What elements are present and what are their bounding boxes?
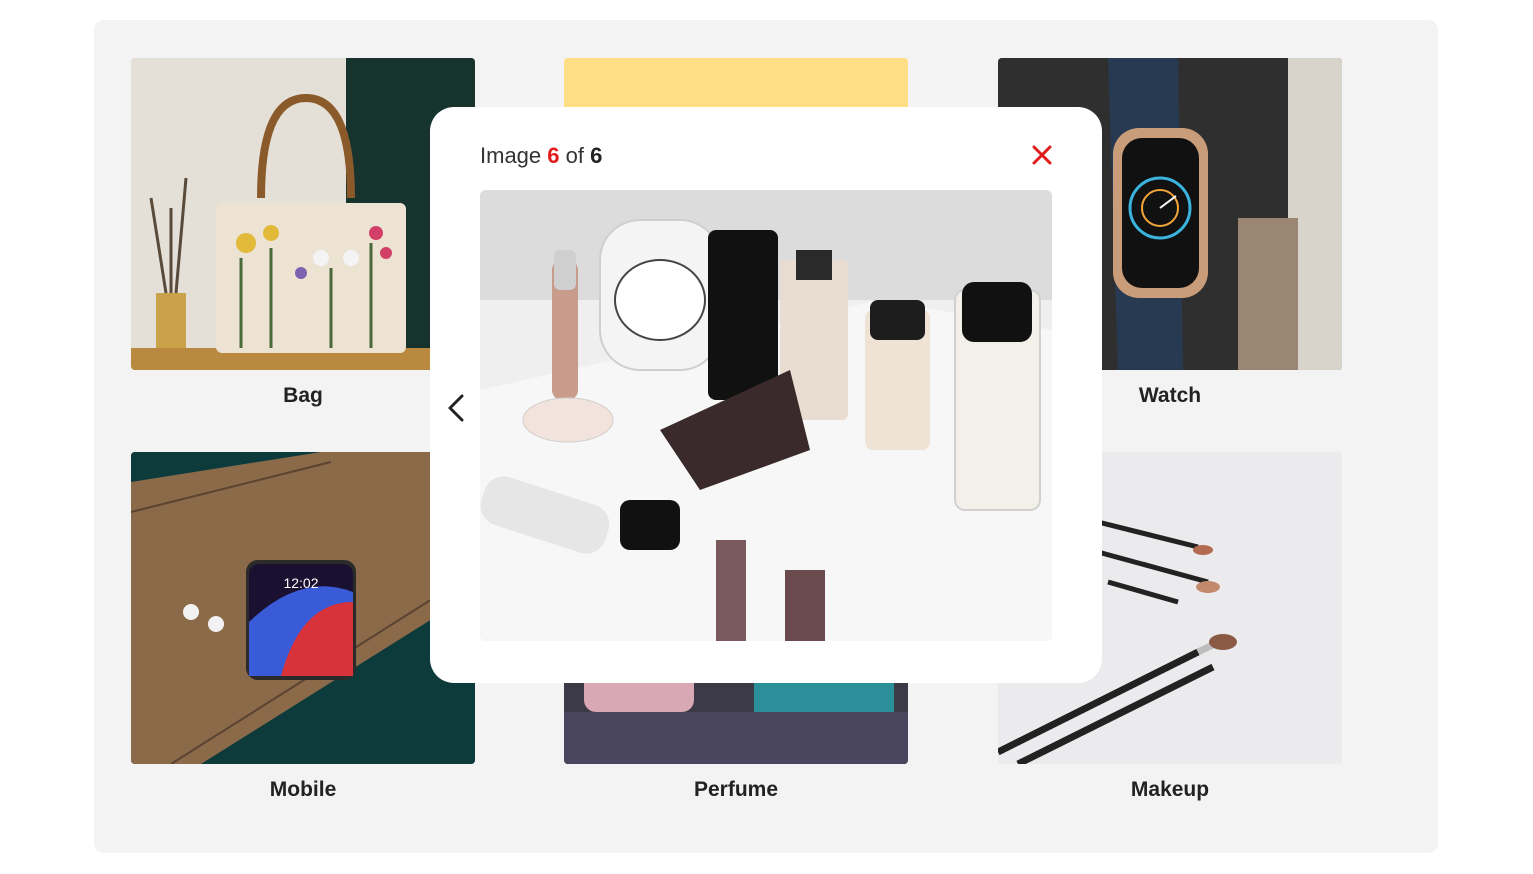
close-button[interactable] [1030, 143, 1054, 167]
mobile-photo-icon: 12:02 [131, 452, 475, 764]
lightbox-image [480, 190, 1052, 641]
bag-thumbnail[interactable] [131, 58, 475, 370]
chevron-left-icon [448, 394, 464, 422]
bag-photo-icon [131, 58, 475, 370]
mobile-thumbnail[interactable]: 12:02 [131, 452, 475, 764]
svg-text:12:02: 12:02 [283, 575, 318, 591]
previous-button[interactable] [444, 393, 468, 423]
gallery-caption-makeup: Makeup [1130, 778, 1210, 801]
lightbox-modal: Image 6 of 6 [430, 107, 1102, 683]
close-icon [1032, 145, 1052, 165]
makeup-products-photo-icon [480, 190, 1052, 641]
gallery-caption-perfume: Perfume [693, 778, 779, 801]
total-count: 6 [590, 143, 603, 168]
gallery-caption-bag: Bag [283, 384, 323, 407]
gallery-caption-mobile: Mobile [269, 778, 337, 801]
current-index: 6 [547, 143, 560, 168]
image-counter: Image 6 of 6 [480, 143, 602, 169]
gallery-card-bag[interactable]: Bag [131, 58, 475, 408]
counter-prefix: Image [480, 143, 542, 168]
gallery-card-mobile[interactable]: 12:02 Mobile [131, 452, 475, 802]
counter-middle: of [565, 143, 585, 168]
